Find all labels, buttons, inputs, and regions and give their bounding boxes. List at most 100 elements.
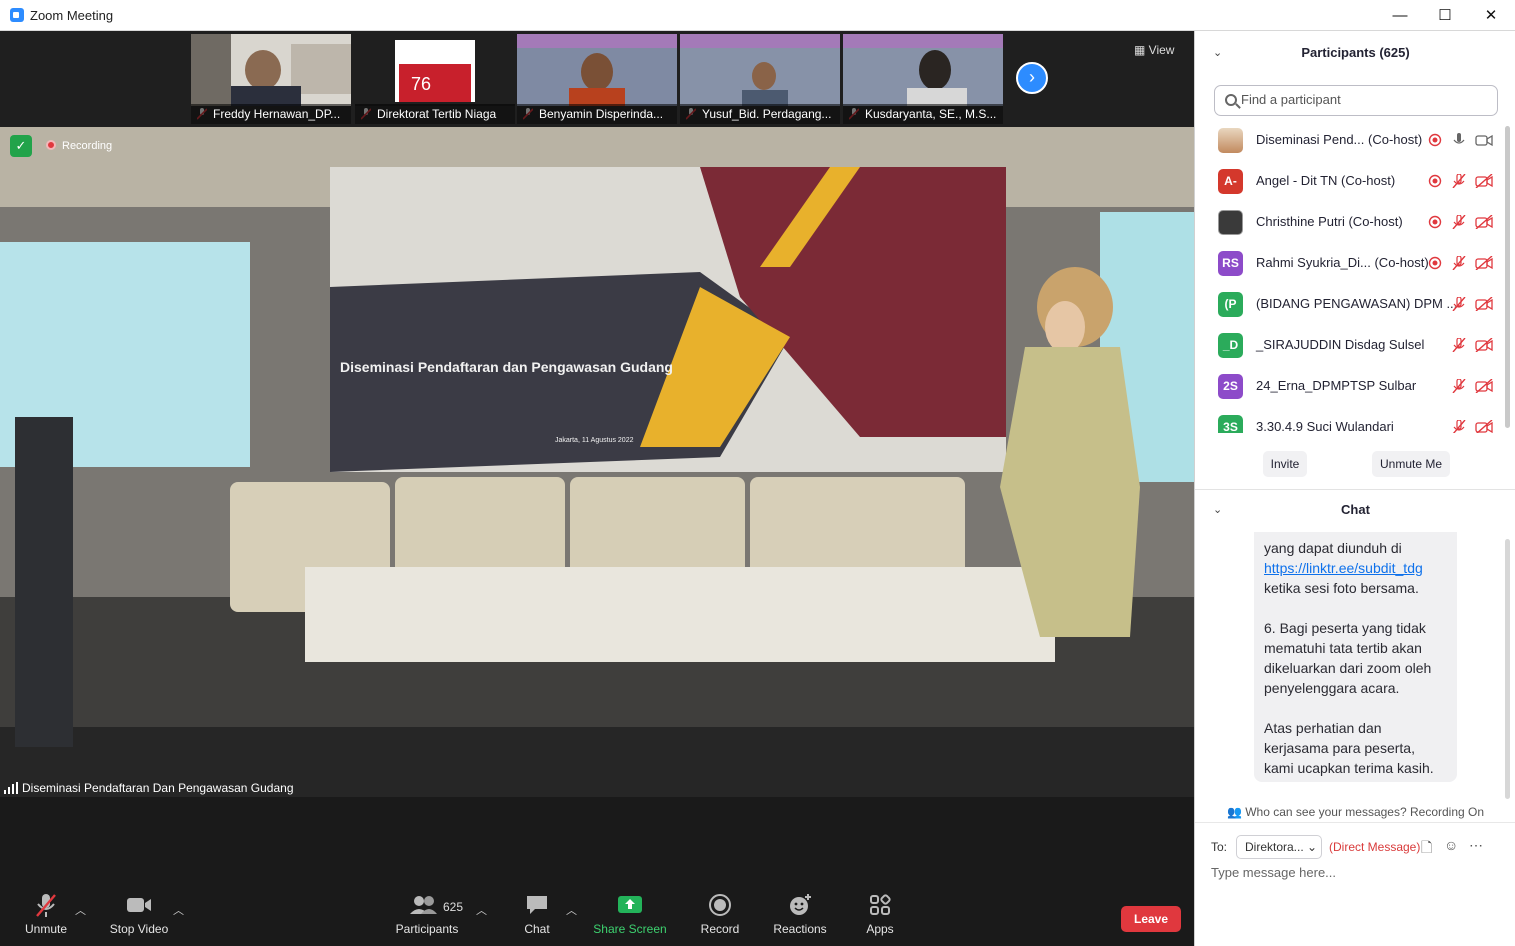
chevron-down-icon: ⌄ [1303, 840, 1318, 854]
avatar: A- [1218, 169, 1243, 194]
chat-button[interactable]: Chat [497, 892, 577, 942]
video-thumbnail[interactable]: Benyamin Disperinda... [517, 34, 677, 124]
muted-mic-icon[interactable] [1451, 297, 1467, 311]
encryption-shield-icon[interactable]: ✓ [10, 135, 32, 157]
participant-row[interactable]: A- Angel - Dit TN (Co-host) [1195, 161, 1515, 202]
view-button[interactable]: ▦ View [1134, 43, 1174, 57]
muted-mic-icon[interactable] [1451, 379, 1467, 393]
file-icon[interactable]: 🗋 [1421, 837, 1432, 861]
participants-scrollbar[interactable] [1505, 126, 1510, 428]
video-thumbnail[interactable]: Kusdaryanta, SE., M.S... [843, 34, 1003, 124]
minimize-button[interactable]: — [1377, 0, 1423, 31]
participant-row[interactable]: (P (BIDANG PENGAWASAN) DPM ... [1195, 284, 1515, 325]
unmute-me-button[interactable]: Unmute Me [1372, 451, 1450, 477]
participants-options-caret-icon[interactable]: ︿ [476, 902, 487, 918]
invite-button[interactable]: Invite [1263, 451, 1307, 477]
video-thumbnail[interactable]: Freddy Hernawan_DP... [191, 34, 351, 124]
unmute-label: Unmute [24, 922, 68, 936]
recording-status-icon [1428, 256, 1442, 270]
participants-count: 625 [443, 900, 464, 914]
chat-message-input[interactable] [1211, 865, 1501, 880]
next-page-arrow-icon[interactable]: › [1016, 62, 1048, 94]
participant-search[interactable] [1214, 85, 1498, 116]
avatar [1218, 128, 1243, 153]
avatar: RS [1218, 251, 1243, 276]
video-options-caret-icon[interactable]: ︿ [173, 902, 184, 918]
recipient-select[interactable]: Direktora... ⌄ [1236, 835, 1322, 859]
sidebar: ⌄ Participants (625) Diseminasi Pend... … [1194, 31, 1515, 946]
muted-mic-icon[interactable] [1451, 174, 1467, 188]
grid-icon: ▦ [1134, 43, 1149, 57]
video-off-icon[interactable] [1475, 338, 1493, 352]
chat-options-caret-icon[interactable]: ︿ [566, 902, 577, 918]
chat-messages[interactable]: yang dapat diunduh di https://linktr.ee/… [1195, 532, 1515, 799]
participant-name: _SIRAJUDDIN Disdag Sulsel [1256, 337, 1425, 352]
video-off-icon[interactable] [1475, 379, 1493, 393]
more-options-icon[interactable]: ⋯ [1469, 837, 1483, 854]
chat-link[interactable]: https://linktr.ee/subdit_tdg [1264, 560, 1423, 576]
recording-indicator[interactable]: Recording [42, 136, 120, 156]
avatar: 3S [1218, 415, 1243, 433]
participant-row[interactable]: 2S 24_Erna_DPMPTSP Sulbar [1195, 366, 1515, 407]
participant-name: Angel - Dit TN (Co-host) [1256, 173, 1396, 188]
chat-line: mematuhi tata tertib akan [1264, 640, 1422, 656]
meeting-toolbar: Unmute ︿ Stop Video ︿ Participants 625 ︿… [0, 884, 1194, 946]
participant-row[interactable]: Diseminasi Pend... (Co-host) [1195, 120, 1515, 161]
collapse-chevron-icon[interactable]: ⌄ [1213, 33, 1222, 73]
smiley-plus-icon [790, 894, 811, 915]
participant-name: 3.30.4.9 Suci Wulandari [1256, 419, 1394, 433]
to-label: To: [1211, 840, 1228, 854]
maximize-button[interactable]: ☐ [1422, 0, 1468, 31]
video-camera-icon [127, 898, 151, 912]
chat-panel-title: Chat [1341, 502, 1370, 517]
reactions-label: Reactions [773, 922, 827, 936]
chat-message: yang dapat diunduh di https://linktr.ee/… [1254, 532, 1457, 782]
video-off-icon[interactable] [1475, 420, 1493, 433]
participant-row[interactable]: RS Rahmi Syukria_Di... (Co-host) [1195, 243, 1515, 284]
video-off-icon[interactable] [1475, 256, 1493, 270]
participant-row[interactable]: 3S 3.30.4.9 Suci Wulandari [1195, 407, 1515, 433]
collapse-chevron-icon[interactable]: ⌄ [1213, 490, 1222, 530]
video-off-icon[interactable] [1475, 215, 1493, 229]
unmute-button[interactable]: Unmute [6, 892, 86, 942]
recipient-value: Direktora... [1245, 840, 1304, 854]
chat-bubble-icon [527, 896, 547, 914]
close-button[interactable]: ✕ [1468, 0, 1514, 31]
recipient-row: To: Direktora... ⌄ (Direct Message) 🗋 ☺ … [1211, 835, 1511, 859]
stop-video-button[interactable]: Stop Video [99, 892, 179, 942]
search-icon [1225, 94, 1237, 106]
muted-mic-icon[interactable] [1451, 420, 1467, 433]
apps-button[interactable]: Apps [840, 892, 920, 942]
participant-row[interactable]: Christhine Putri (Co-host) [1195, 202, 1515, 243]
video-off-icon[interactable] [1475, 297, 1493, 311]
muted-mic-icon[interactable] [1451, 338, 1467, 352]
chat-label: Chat [524, 922, 550, 936]
avatar: _D [1218, 333, 1243, 358]
visibility-note-text: Who can see your messages? Recording On [1245, 805, 1485, 819]
chat-scrollbar[interactable] [1505, 539, 1510, 799]
main-video[interactable]: Diseminasi Pendaftaran dan Pengawasan Gu… [0, 127, 1194, 797]
participant-video-feed [517, 34, 677, 106]
emoji-icon[interactable]: ☺ [1444, 837, 1458, 853]
participant-search-input[interactable] [1241, 92, 1491, 107]
record-button[interactable]: Record [680, 892, 760, 942]
video-thumbnail[interactable]: Yusuf_Bid. Perdagang... [680, 34, 840, 124]
muted-mic-icon[interactable] [1451, 256, 1467, 270]
muted-mic-icon[interactable] [1451, 215, 1467, 229]
mic-icon[interactable] [1451, 133, 1467, 147]
audio-options-caret-icon[interactable]: ︿ [75, 902, 86, 918]
chat-line: ketika sesi foto bersama. [1264, 580, 1419, 596]
participant-row[interactable]: _D _SIRAJUDDIN Disdag Sulsel [1195, 325, 1515, 366]
chat-panel-header: ⌄ Chat [1195, 490, 1515, 530]
avatar: 2S [1218, 374, 1243, 399]
view-label: View [1148, 43, 1175, 57]
leave-button[interactable]: Leave [1121, 906, 1181, 932]
visibility-note[interactable]: 👥 Who can see your messages? Recording O… [1195, 801, 1515, 823]
video-off-icon[interactable] [1475, 174, 1493, 188]
video-camera-icon[interactable] [1475, 133, 1493, 147]
participant-video-feed: 76 [355, 34, 515, 106]
recording-dot-icon [46, 140, 56, 150]
share-screen-button[interactable]: Share Screen [590, 892, 670, 942]
video-thumbnail[interactable]: 76 Direktorat Tertib Niaga [355, 34, 515, 124]
reactions-button[interactable]: Reactions [760, 892, 840, 942]
